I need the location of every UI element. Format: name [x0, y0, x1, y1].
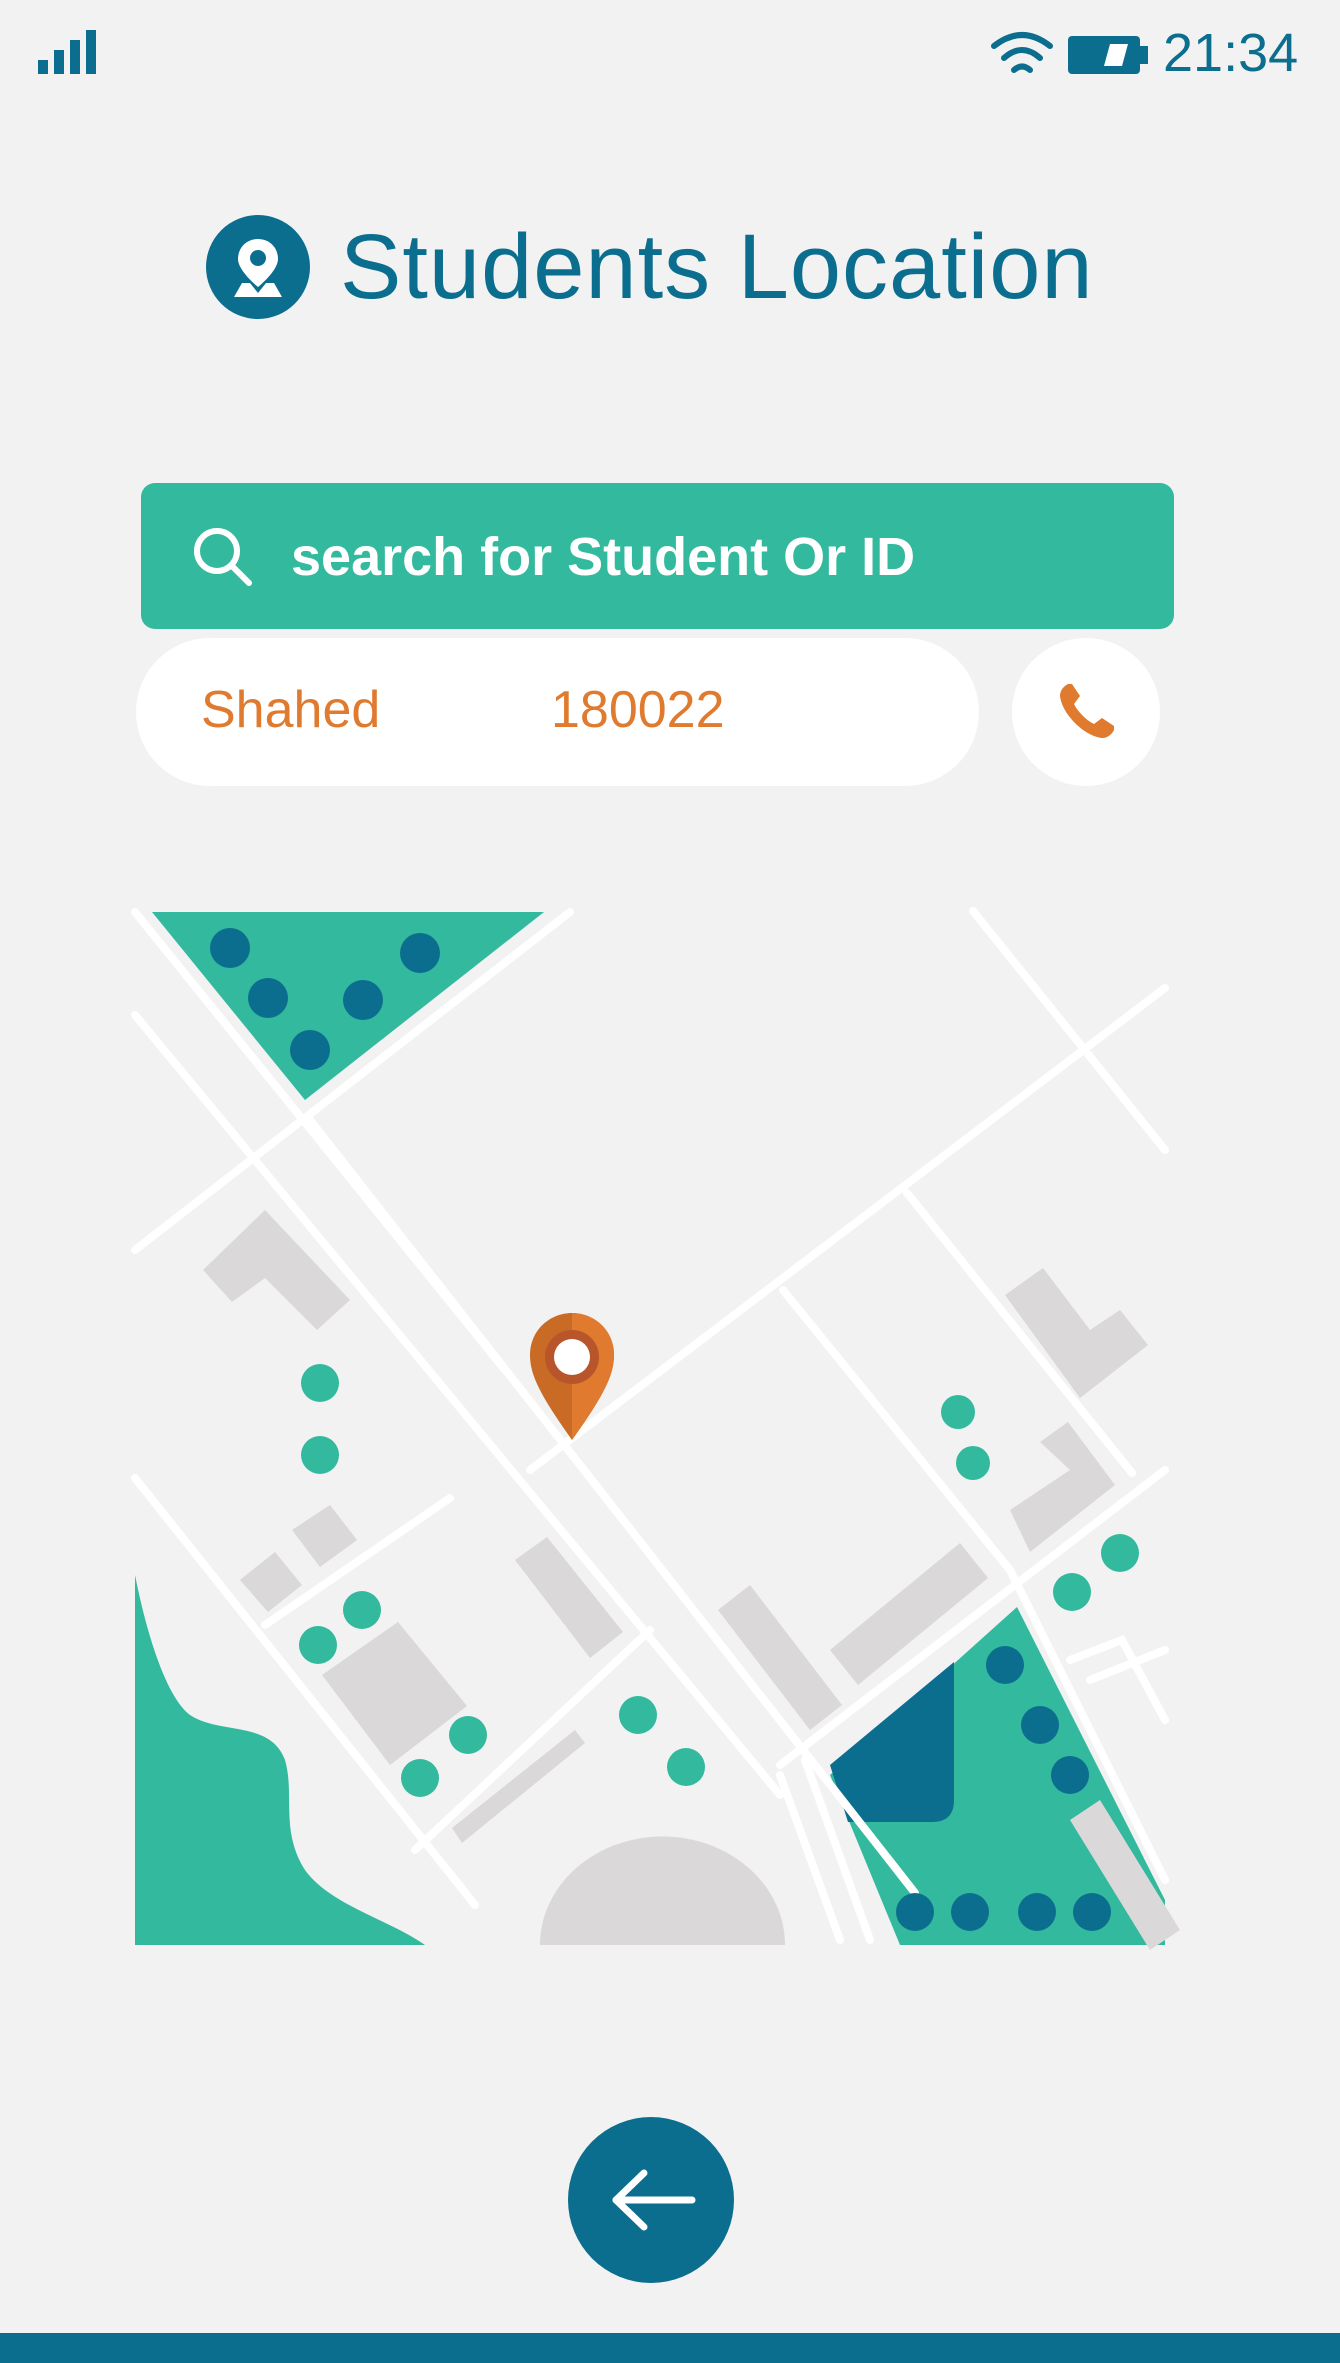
signal-bars-icon — [38, 30, 96, 74]
page-title: Students Location — [340, 215, 1094, 318]
search-bar[interactable] — [141, 483, 1174, 629]
page-header: Students Location — [206, 212, 1094, 322]
back-button[interactable] — [568, 2117, 734, 2283]
bottom-bar — [0, 2333, 1340, 2363]
arrow-left-icon — [612, 2169, 696, 2231]
battery-icon — [1068, 36, 1148, 74]
map-view[interactable] — [130, 900, 1180, 1955]
map-parks — [135, 912, 1165, 1945]
wifi-icon — [991, 32, 1053, 73]
call-button[interactable] — [1012, 638, 1160, 786]
search-input[interactable] — [289, 516, 1133, 598]
status-time: 21:34 — [1163, 23, 1299, 83]
student-result-card[interactable]: Shahed 180022 — [136, 638, 979, 786]
student-name: Shahed — [201, 681, 381, 739]
student-id: 180022 — [551, 681, 725, 739]
search-icon — [194, 528, 252, 586]
phone-icon — [1060, 684, 1114, 738]
status-bar: 21:34 — [0, 0, 1340, 110]
map-pin-icon — [206, 215, 310, 319]
